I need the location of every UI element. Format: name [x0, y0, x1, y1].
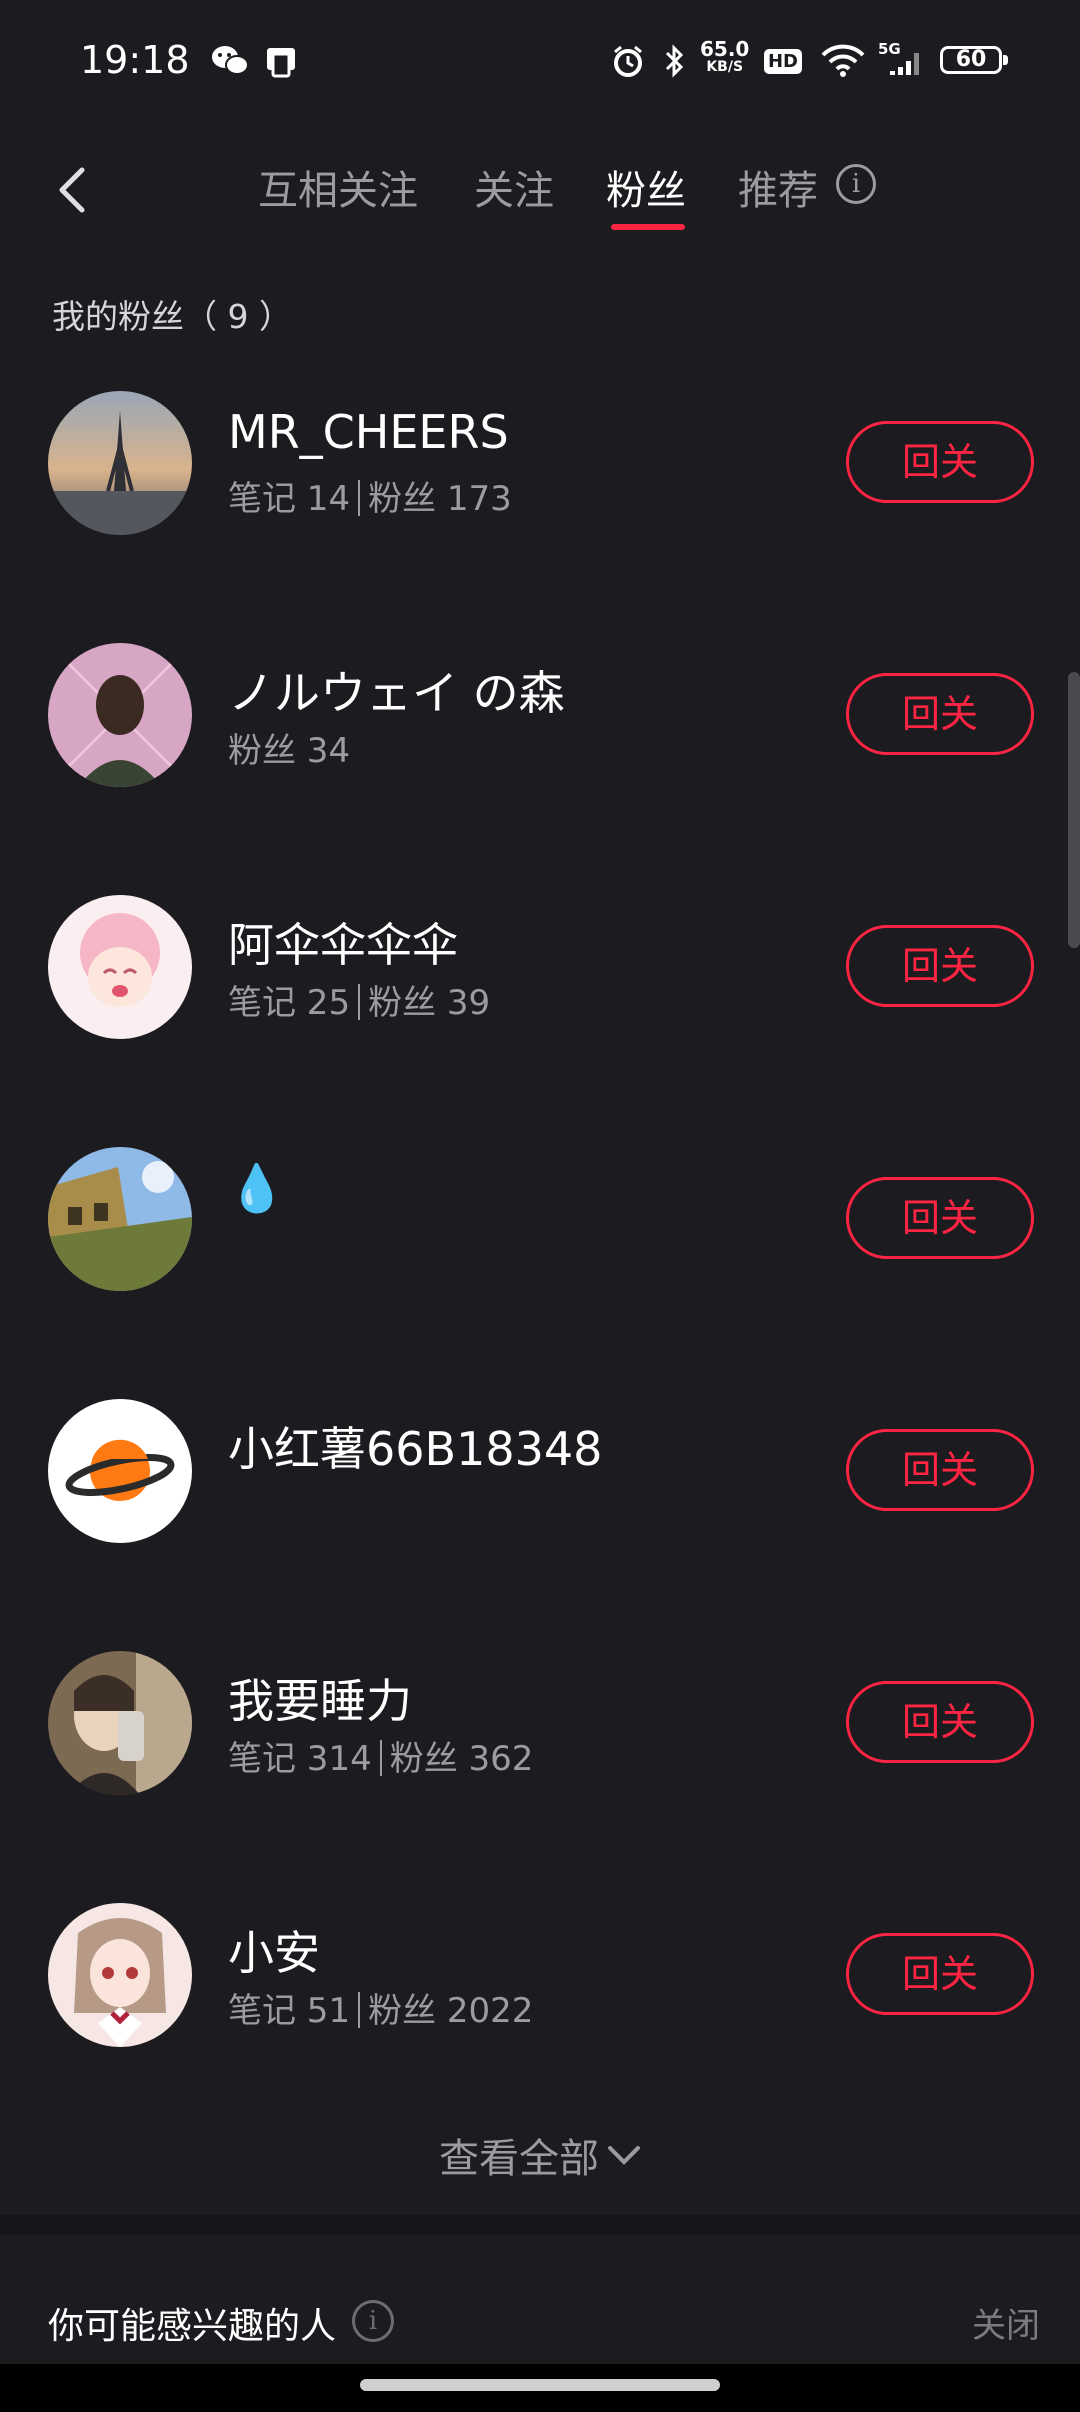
user-name: MR_CHEERS — [228, 405, 509, 459]
tab-fans[interactable]: 粉丝 — [606, 158, 686, 216]
cellular-5g-icon: 5G — [876, 36, 926, 86]
app-notification-icon — [262, 36, 300, 86]
network-speed: 65.0 KB/S — [700, 37, 750, 75]
list-item[interactable]: 💧 回关 — [0, 1131, 1080, 1383]
section-divider — [0, 2215, 1080, 2235]
tab-following[interactable]: 关注 — [474, 158, 554, 216]
chevron-down-icon — [607, 2130, 641, 2176]
user-name: 💧 — [228, 1161, 286, 1215]
alarm-icon — [608, 36, 648, 86]
follow-back-button[interactable]: 回关 — [846, 421, 1034, 503]
list-item[interactable]: 小红薯66B18348 回关 — [0, 1383, 1080, 1635]
avatar[interactable] — [48, 1651, 192, 1795]
user-name: 阿伞伞伞伞 — [228, 918, 458, 972]
wifi-icon — [818, 36, 868, 86]
section-title: 我的粉丝（ 9 ） — [52, 297, 292, 336]
avatar[interactable] — [48, 895, 192, 1039]
tab-recommend[interactable]: 推荐 — [738, 158, 818, 216]
user-stats: 粉丝 34 — [228, 731, 351, 771]
user-name: 小安 — [228, 1926, 320, 1980]
bluetooth-icon — [656, 36, 692, 86]
user-name: 小红薯66B18348 — [228, 1422, 603, 1476]
follow-back-button[interactable]: 回关 — [846, 925, 1034, 1007]
suggestions-title: 你可能感兴趣的人 — [48, 2306, 337, 2347]
status-time: 19:18 — [80, 38, 190, 82]
user-stats: 笔记 14 粉丝 173 — [228, 479, 512, 519]
list-item[interactable]: MR_CHEERS 笔记 14 粉丝 173 回关 — [0, 375, 1080, 627]
scrollbar[interactable] — [1068, 672, 1080, 948]
user-name: 我要睡力 — [228, 1674, 412, 1728]
list-item[interactable]: 小安 笔记 51 粉丝 2022 回关 — [0, 1887, 1080, 2139]
suggestions-info-icon[interactable]: i — [352, 2300, 394, 2342]
top-navigation: 互相关注 关注 粉丝 推荐 i — [0, 140, 1080, 240]
recommend-info-icon[interactable]: i — [836, 164, 876, 204]
close-suggestions-button[interactable]: 关闭 — [972, 2298, 1040, 2347]
follow-back-button[interactable]: 回关 — [846, 1933, 1034, 2015]
status-bar: 19:18 65.0 KB/S HD 5G 60 — [0, 0, 1080, 120]
home-indicator[interactable] — [360, 2379, 720, 2391]
avatar[interactable] — [48, 1147, 192, 1291]
user-stats: 笔记 25 粉丝 39 — [228, 983, 491, 1023]
avatar[interactable] — [48, 643, 192, 787]
wechat-icon — [208, 36, 252, 86]
hd-icon: HD — [762, 36, 804, 86]
battery-indicator: 60 — [940, 46, 1008, 74]
tab-mutual-follow[interactable]: 互相关注 — [258, 158, 418, 216]
follow-back-button[interactable]: 回关 — [846, 673, 1034, 755]
planet-icon — [65, 1439, 175, 1501]
avatar[interactable] — [48, 1399, 192, 1543]
avatar[interactable] — [48, 391, 192, 535]
list-item[interactable]: 我要睡力 笔记 314 粉丝 362 回关 — [0, 1635, 1080, 1887]
view-all-label: 查看全部 — [439, 2136, 599, 2182]
user-stats: 笔记 314 粉丝 362 — [228, 1739, 534, 1779]
follow-back-button[interactable]: 回关 — [846, 1681, 1034, 1763]
view-all-button[interactable]: 查看全部 — [0, 2126, 1080, 2184]
follow-back-button[interactable]: 回关 — [846, 1177, 1034, 1259]
follow-back-button[interactable]: 回关 — [846, 1429, 1034, 1511]
tab-bar: 互相关注 关注 粉丝 推荐 i — [0, 140, 1080, 240]
list-item[interactable]: ノルウェイ の森 粉丝 34 回关 — [0, 627, 1080, 879]
active-tab-indicator — [611, 224, 685, 230]
user-stats: 笔记 51 粉丝 2022 — [228, 1991, 534, 2031]
list-item[interactable]: 阿伞伞伞伞 笔记 25 粉丝 39 回关 — [0, 879, 1080, 1131]
avatar[interactable] — [48, 1903, 192, 2047]
user-name: ノルウェイ の森 — [228, 666, 565, 720]
